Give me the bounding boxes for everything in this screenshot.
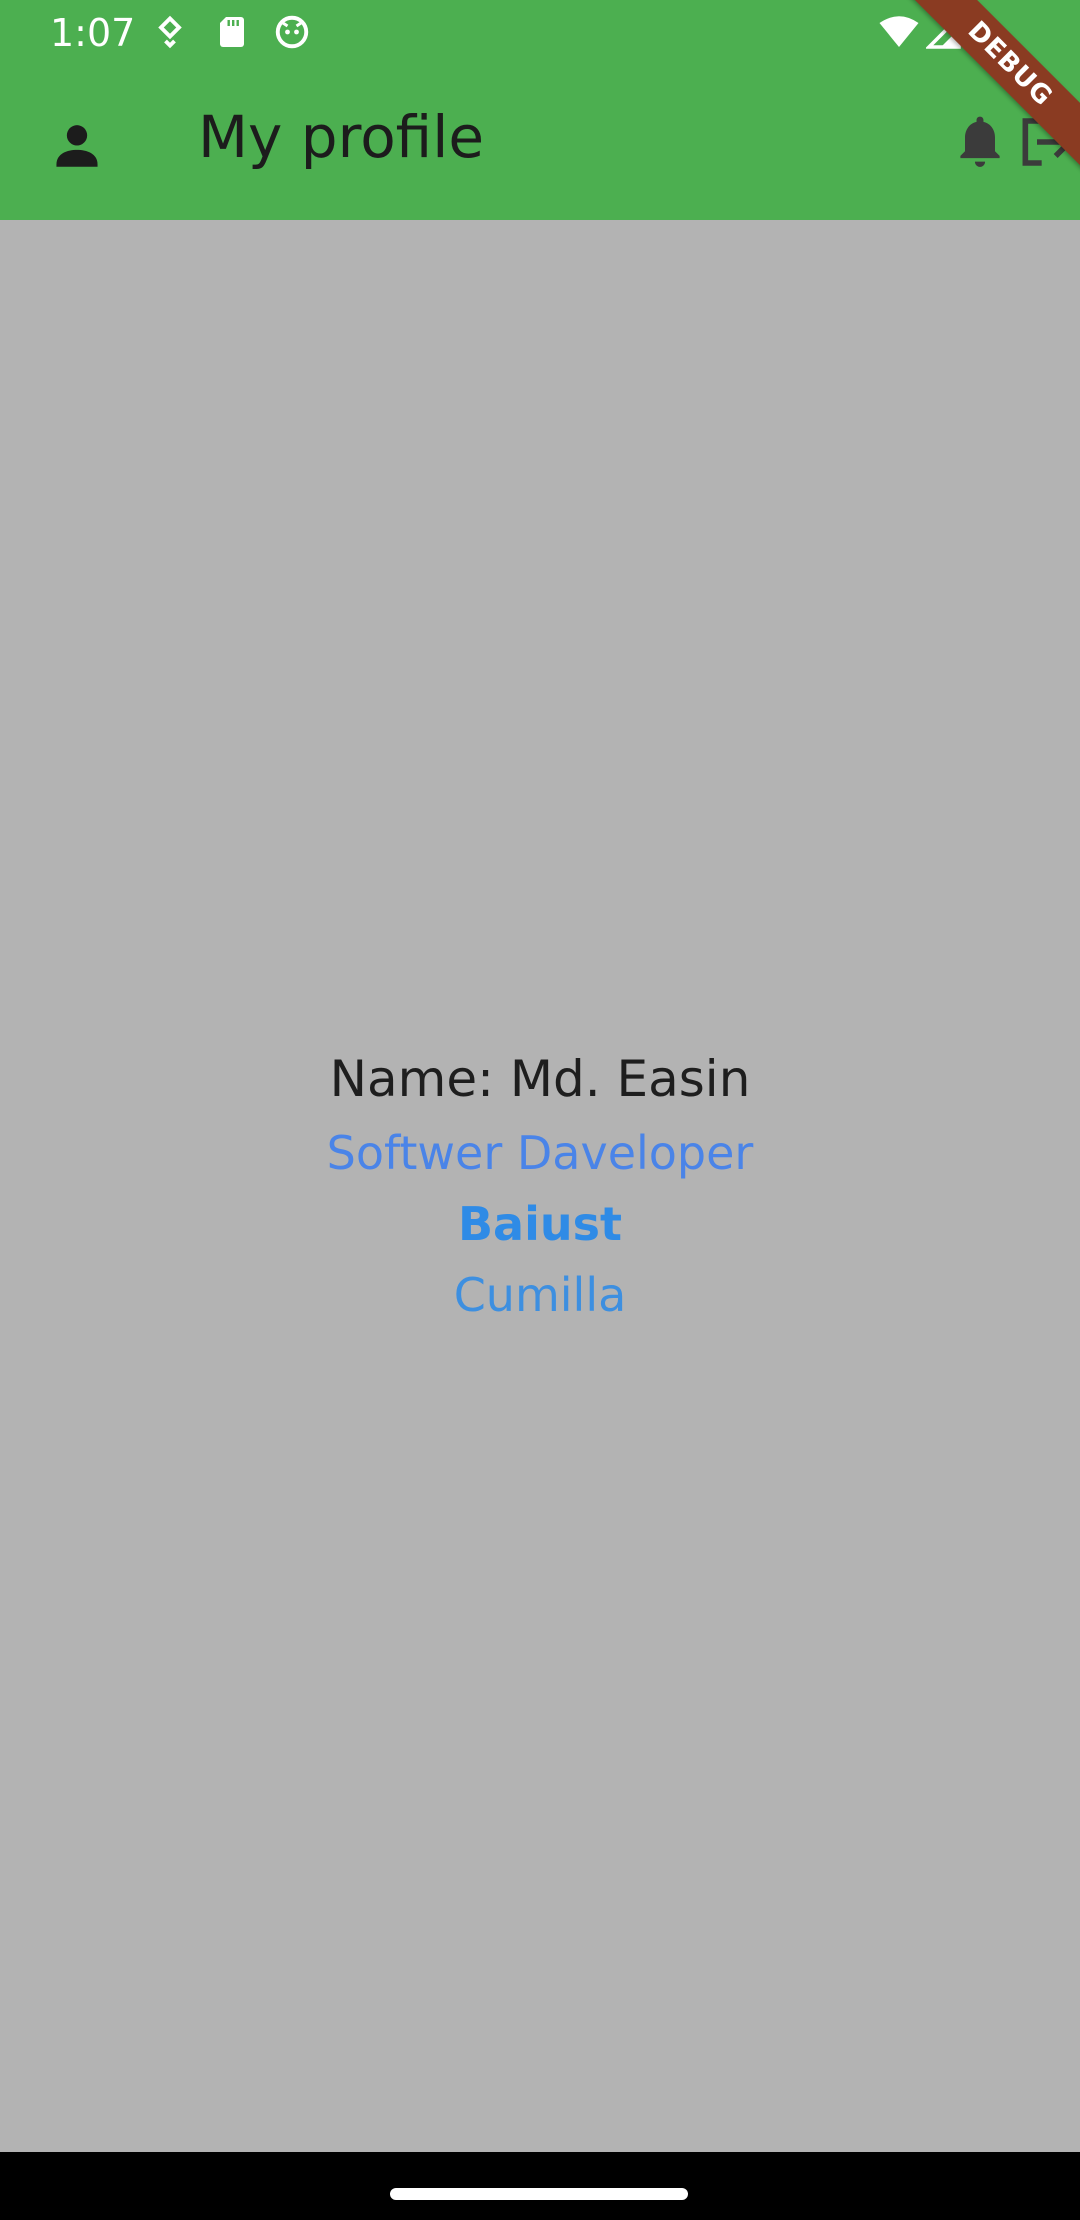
status-time: 1:07	[50, 11, 136, 55]
profile-body: Name: Md. Easin Softwer Daveloper Baiust…	[0, 220, 1080, 2152]
profile-role: Softwer Daveloper	[326, 1126, 754, 1180]
app-bar: 1:07 My profile DEBUG	[0, 0, 1080, 220]
profile-name: Name: Md. Easin	[329, 1050, 751, 1108]
wifi-icon	[879, 16, 919, 47]
profile-info: Name: Md. Easin Softwer Daveloper Baiust…	[0, 1040, 1080, 1330]
notification-bell-icon[interactable]	[952, 112, 1008, 172]
home-indicator[interactable]	[390, 2188, 688, 2200]
toolbar: My profile	[0, 66, 1080, 220]
navigation-bar	[0, 2152, 1080, 2220]
status-bar: 1:07	[0, 0, 1080, 66]
profile-organization: Baiust	[458, 1197, 622, 1251]
person-icon[interactable]	[48, 116, 106, 174]
sd-card-icon	[220, 17, 244, 47]
cat-face-icon	[275, 15, 309, 49]
profile-city: Cumilla	[453, 1268, 627, 1322]
location-icon	[158, 15, 182, 49]
page-title: My profile	[198, 103, 485, 171]
